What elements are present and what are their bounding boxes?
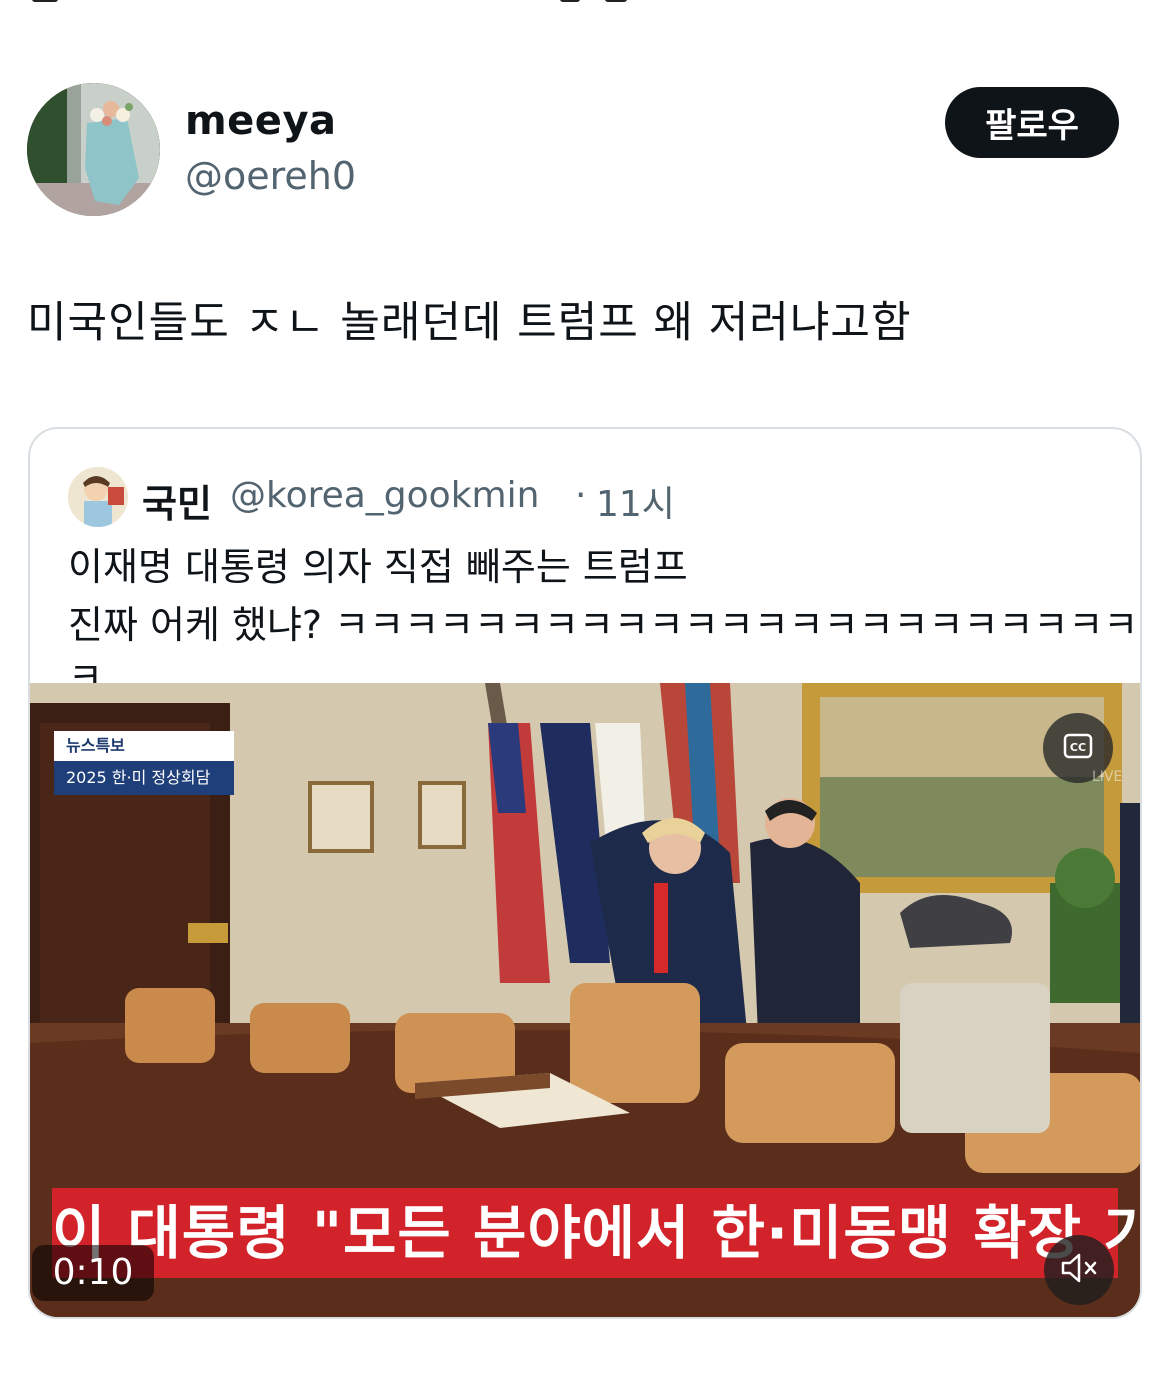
quoted-tweet-time[interactable]: 11시 [596, 475, 675, 527]
mute-button[interactable] [1044, 1235, 1114, 1305]
previous-content-edge [0, 0, 1170, 14]
tweet-text: 미국인들도 ㅈㄴ 놀래던데 트럼프 왜 저러냐고함 [27, 298, 912, 348]
quoted-author-name[interactable]: 국민 [142, 473, 212, 528]
author-avatar[interactable] [27, 83, 160, 216]
video-player[interactable]: 뉴스특보 2025 한·미 정상회담 CC LIVE 이 대통령 "모든 분야에… [30, 683, 1142, 1317]
closed-captions-icon: CC [1063, 733, 1093, 763]
quoted-author-avatar[interactable] [68, 467, 128, 527]
follow-button[interactable]: 팔로우 [945, 87, 1119, 158]
author-handle[interactable]: @oereh0 [185, 154, 356, 198]
meta-separator: · [575, 475, 587, 516]
video-timestamp: 0:10 [32, 1245, 154, 1301]
news-caption-bar: 이 대통령 "모든 분야에서 한·미동맹 확장 기대" [52, 1188, 1142, 1278]
quoted-tweet-text-line-1: 이재명 대통령 의자 직접 빼주는 트럼프 [68, 545, 688, 589]
news-subtitle: 2025 한·미 정상회담 [54, 761, 234, 795]
quoted-tweet-card[interactable]: 국민 @korea_gookmin · 11시 이재명 대통령 의자 직접 빼주… [28, 427, 1142, 1319]
author-name[interactable]: meeya [185, 98, 337, 144]
news-caption-text: 이 대통령 "모든 분야에서 한·미동맹 확장 기대" [52, 1199, 1142, 1267]
quoted-author-handle[interactable]: @korea_gookmin [230, 475, 539, 516]
speaker-muted-icon [1059, 1251, 1099, 1289]
live-watermark: LIVE [1092, 769, 1123, 785]
news-label: 뉴스특보 [54, 731, 234, 761]
svg-text:CC: CC [1070, 741, 1086, 754]
